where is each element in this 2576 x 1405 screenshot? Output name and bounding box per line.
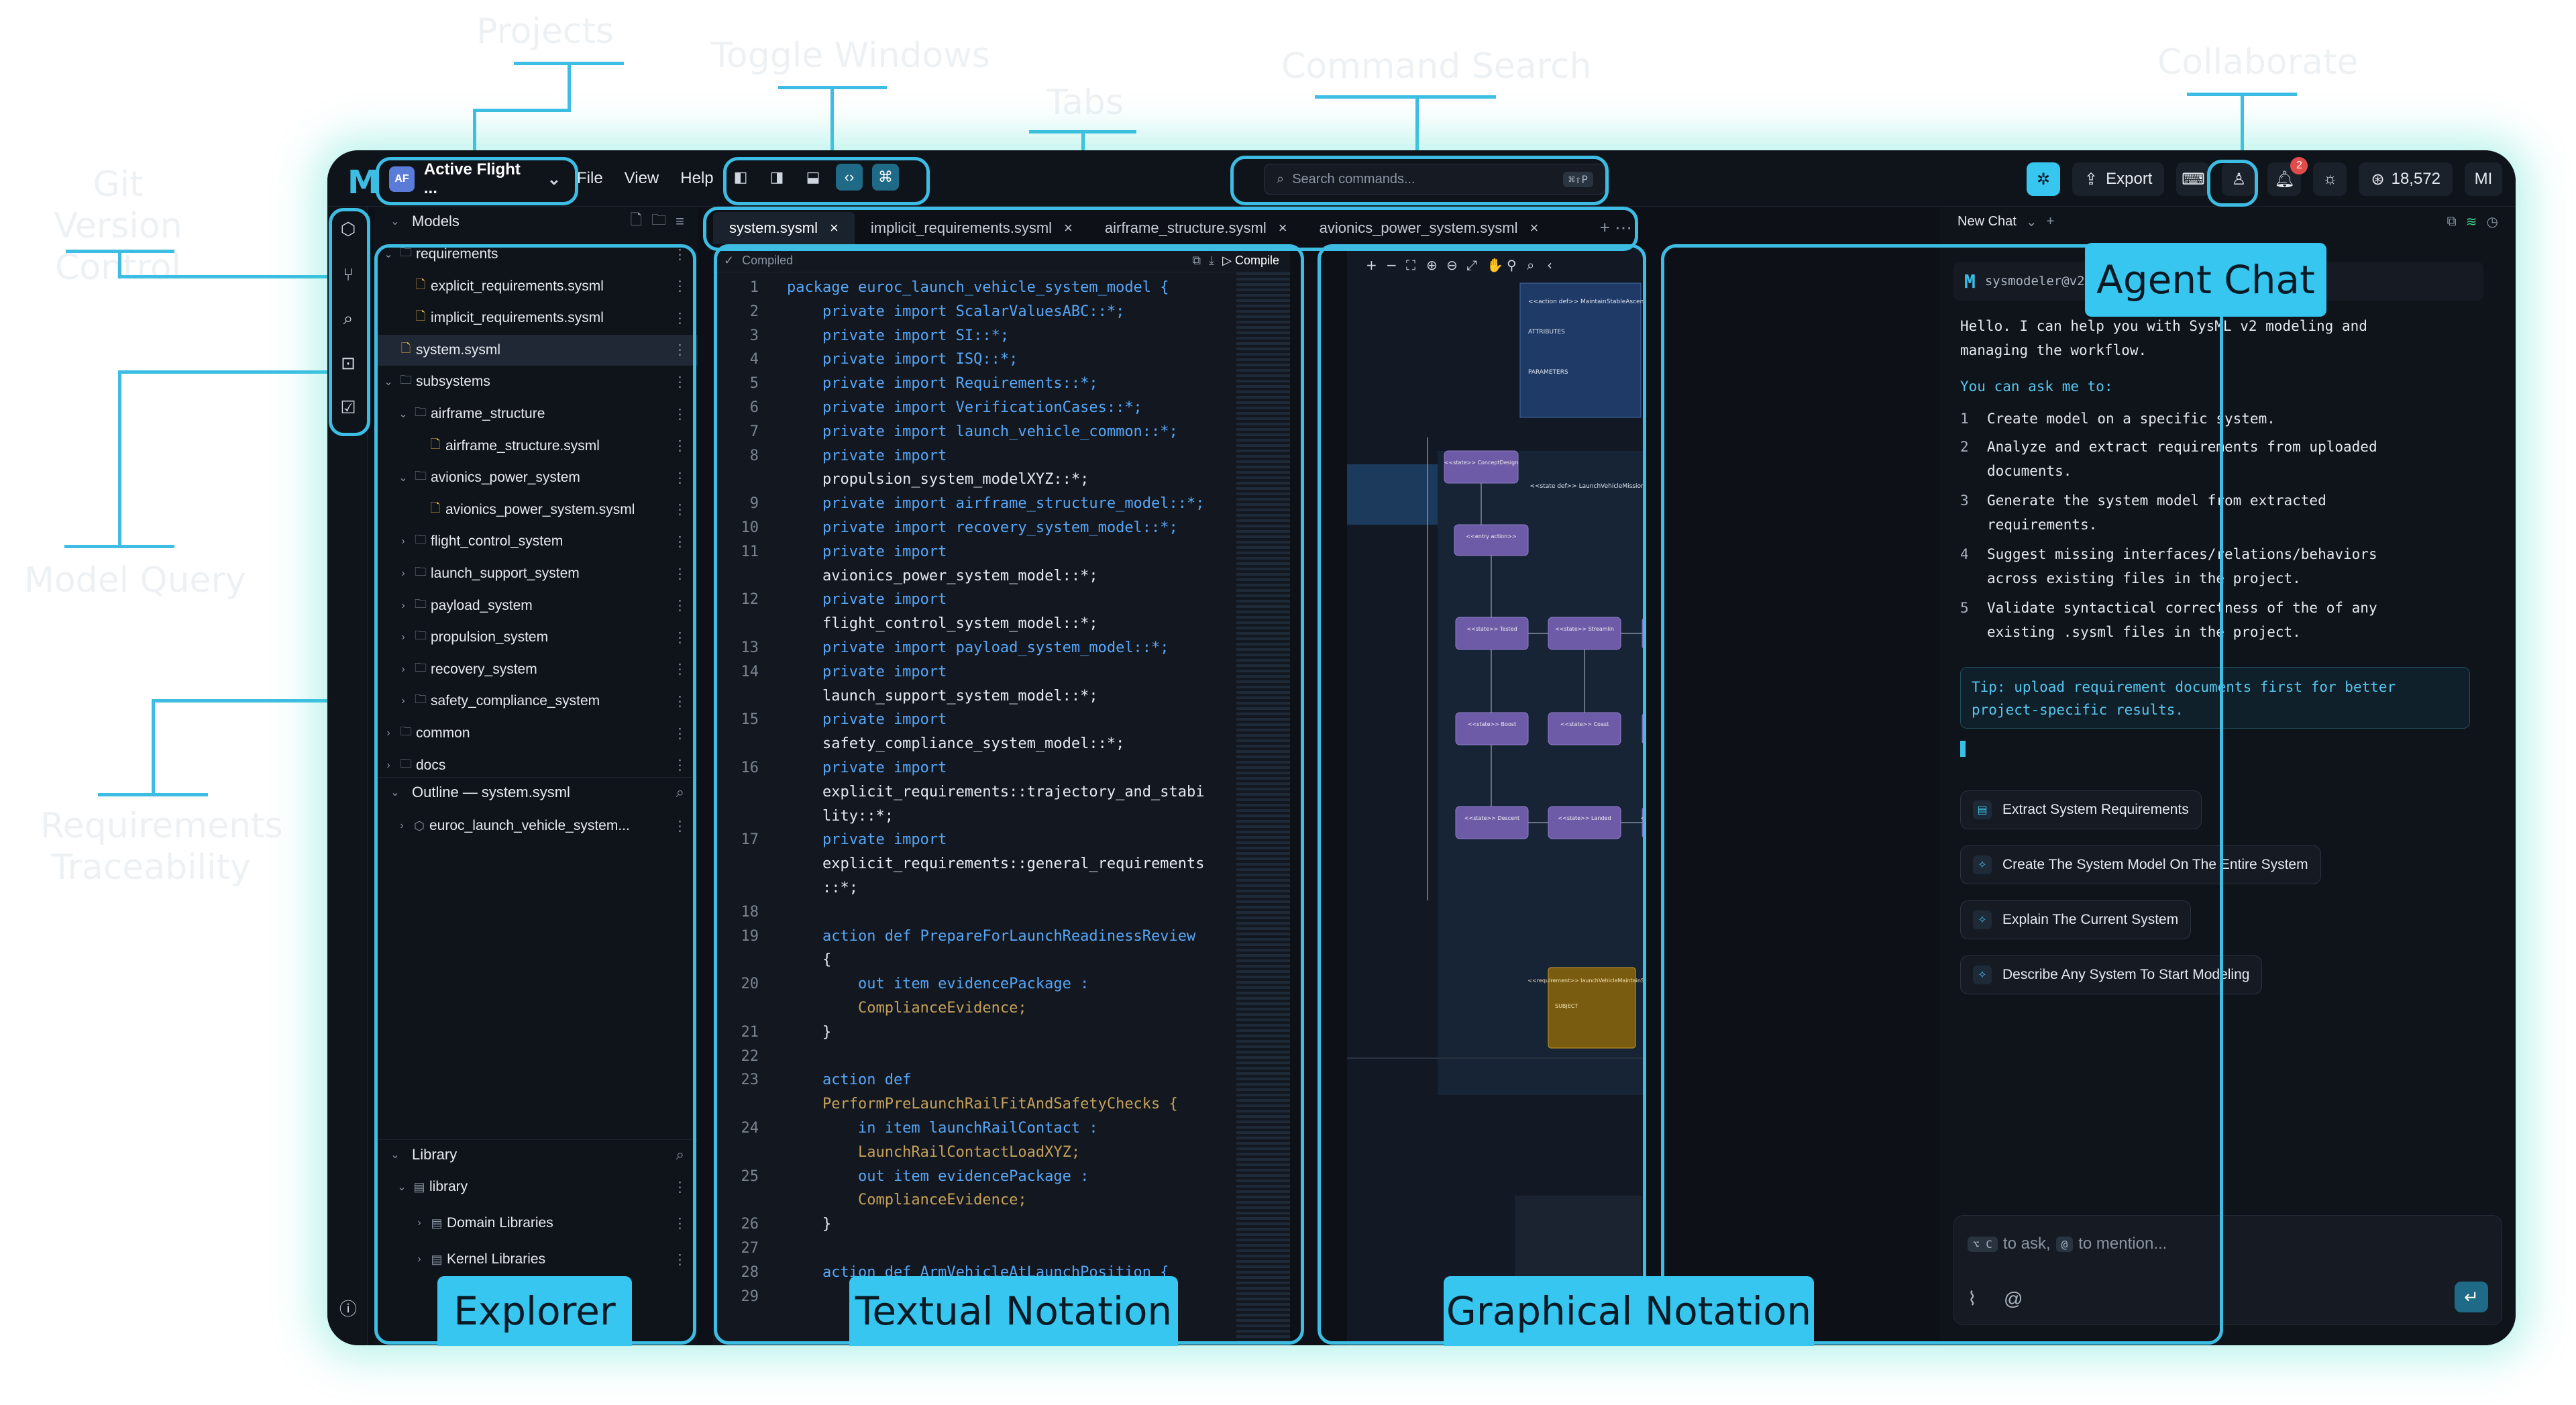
annotation-line [473,109,476,156]
notification-badge: 2 [2290,157,2308,174]
chevron-down-icon[interactable]: ⌄ [2026,213,2037,230]
upload-icon: ⇪ [2084,170,2098,189]
menu-bar: File View Help [577,169,714,188]
annotation-model-query: Model Query [24,560,246,601]
callout-agent-chat: Agent Chat [2085,243,2326,317]
callout-textual: Textual Notation [849,1276,1178,1346]
annotation-tabs: Tabs [1046,83,1124,123]
export-label: Export [2106,170,2153,188]
info-icon[interactable]: ⓘ [334,1294,362,1322]
callout-explorer: Explorer [437,1276,632,1346]
chat-tab[interactable]: New Chat [1957,214,2017,229]
annotation-line [473,109,571,112]
keyboard-icon[interactable]: ⌨ [2176,162,2210,196]
annotation-line [152,700,155,794]
annotation-toggle-windows: Toggle Windows [711,36,990,76]
highlight-collaborate [2207,160,2258,207]
wifi-icon: ≋ [2465,214,2477,229]
highlight-projects [376,157,578,205]
annotation-line [118,370,121,546]
annotation-line [118,275,343,278]
menu-view[interactable]: View [625,169,659,188]
annotation-line [118,370,343,374]
annotation-collaborate: Collaborate [2157,42,2359,83]
chat-header: New Chat ⌄ + ⧉ ≋ ◷ [1940,207,2516,236]
highlight-command-search [1230,156,1609,205]
annotation-projects: Projects [476,11,614,52]
chevron-down-icon: ⌄ [390,216,400,227]
annotation-line [1315,95,1496,99]
annotation-line [830,86,834,156]
annotation-command-search: Command Search [1281,46,1592,87]
new-file-icon[interactable]: 🗋︎ [630,209,642,234]
highlight-chat [1661,244,2223,1345]
highlight-textual [714,244,1304,1345]
menu-help[interactable]: Help [680,169,713,188]
send-button[interactable]: ↵ [2455,1282,2488,1312]
highlight-toggle-windows [723,157,930,205]
user-avatar[interactable]: MI [2465,162,2502,196]
export-button[interactable]: ⇪ Export [2072,162,2165,196]
collapse-icon[interactable]: ≡ [676,213,684,230]
menu-file[interactable]: File [577,169,603,188]
coin-icon: ⊛ [2371,170,2385,189]
token-counter: ⊛ 18,572 [2359,162,2453,196]
bell-icon[interactable]: 🔔︎ 2 [2267,157,2308,196]
annotation-line [568,62,571,110]
bug-icon[interactable]: ✲ [2027,162,2060,196]
models-title: Models [412,213,460,229]
app-window: M AF Active Flight ... ⌄ File View Help … [327,150,2516,1345]
annotation-line [2241,93,2244,156]
annotation-line [118,250,121,278]
highlight-left-icons [329,208,370,436]
annotation-requirements-traceability: Requirements Traceability [40,806,283,888]
highlight-explorer [374,244,696,1345]
app-logo-icon: M [347,164,380,201]
popout-icon[interactable]: ⧉ [2447,214,2457,229]
annotation-line [152,699,350,702]
highlight-graphical [1318,244,1646,1345]
callout-graphical: Graphical Notation [1444,1276,1814,1346]
theme-sun-icon[interactable]: ☼ [2313,162,2347,196]
annotation-line [1415,95,1419,156]
history-icon[interactable]: ◷ [2487,213,2498,230]
token-count: 18,572 [2391,170,2440,188]
top-right-actions: ✲ ⇪ Export ⌨ ♙ 🔔︎ 2 ☼ ⊛ 18,572 MI [2027,157,2502,196]
new-folder-icon[interactable]: 🗀︎ [651,209,666,234]
models-header[interactable]: ⌄ Models 🗋︎ 🗀︎ ≡ [374,207,698,236]
new-chat-icon[interactable]: + [2047,214,2055,229]
